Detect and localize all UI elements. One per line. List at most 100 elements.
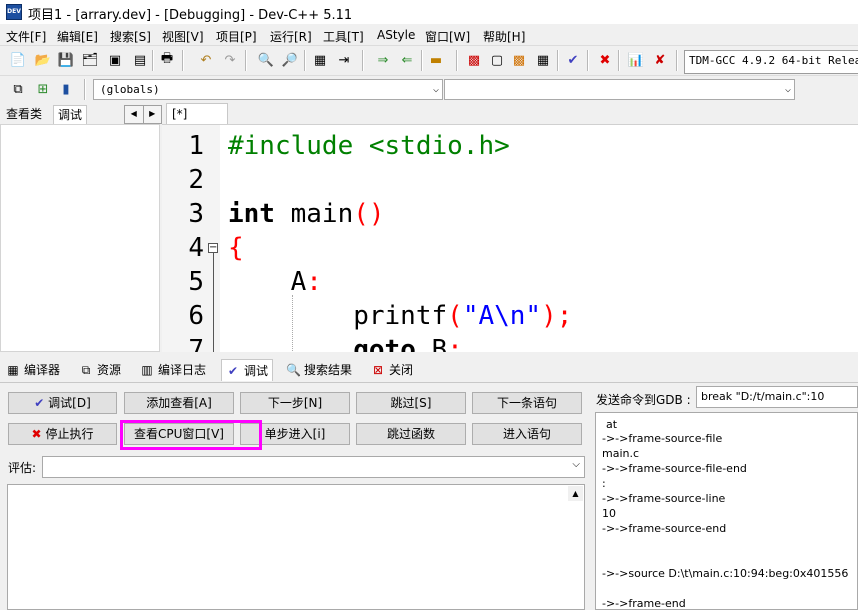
next-step-button[interactable]: 下一步[N] — [240, 392, 350, 414]
gdb-output-line: ->->frame-source-file — [602, 432, 723, 445]
chevron-down-icon: ⌵ — [432, 84, 439, 95]
menu-bar: 文件[F] 编辑[E] 搜索[S] 视图[V] 项目[P] 运行[R] 工具[T… — [0, 25, 858, 45]
close-file-icon[interactable]: ▣ — [105, 50, 125, 70]
skip-button[interactable]: 跳过[S] — [356, 392, 466, 414]
toggle-bookmark-icon[interactable]: ⇥ — [334, 50, 354, 70]
tab-label: 搜索结果 — [304, 362, 353, 377]
insert-icon[interactable]: ⧉ — [8, 79, 28, 99]
debug-button[interactable]: ✔ 调试[D] — [8, 392, 117, 414]
tab-main-c[interactable]: [*] main.c — [166, 103, 228, 141]
gdb-output-line: ->->frame-source-line — [602, 492, 726, 505]
goto-declaration-icon[interactable]: ⊞ — [33, 79, 53, 99]
redo-icon[interactable]: ↷ — [220, 50, 240, 70]
menu-edit[interactable]: 编辑[E] — [57, 28, 98, 45]
compile-run-icon[interactable]: ▩ — [509, 50, 529, 70]
chevron-down-icon[interactable]: ⌵ — [572, 459, 580, 470]
arrow-right-icon[interactable]: ▶ — [142, 106, 162, 123]
skip-function-button[interactable]: 跳过函数 — [356, 423, 466, 445]
stop-x-icon: ✖ — [31, 427, 42, 441]
menu-astyle[interactable]: AStyle — [377, 28, 415, 42]
fold-collapse-icon[interactable]: − — [208, 243, 218, 253]
tab-search-results[interactable]: 🔍 搜索结果 — [282, 359, 356, 380]
menu-run[interactable]: 运行[R] — [270, 28, 312, 45]
compiler-select[interactable]: TDM-GCC 4.9.2 64-bit Release — [684, 50, 858, 74]
code-line-1: #include <stdio.h> — [228, 131, 510, 161]
debug-watch-panel[interactable] — [0, 124, 160, 352]
compile-icon[interactable]: ▩ — [464, 50, 484, 70]
delete-profile-icon[interactable]: ✘ — [650, 50, 670, 70]
scroll-up-icon[interactable]: ▲ — [568, 486, 583, 501]
tab-close[interactable]: ⊠ 关闭 — [367, 359, 417, 380]
enter-statement-button[interactable]: 进入语句 — [472, 423, 582, 445]
tab-debug[interactable]: ✔ 调试 — [221, 359, 274, 381]
tab-class-browser[interactable]: 查看类 — [2, 105, 46, 125]
save-all-icon[interactable]: 🗂 — [80, 50, 100, 70]
arrow-left-icon[interactable]: ◀ — [125, 106, 143, 123]
code-line-7: goto B; — [353, 335, 463, 352]
menu-project[interactable]: 项目[P] — [216, 28, 257, 45]
open-file-icon[interactable]: 📂 — [33, 50, 53, 70]
button-label: 调试[D] — [48, 396, 91, 410]
add-watch-button[interactable]: 添加查看[A] — [124, 392, 234, 414]
goto-definition-icon[interactable]: ▮ — [56, 79, 76, 99]
highlight-annotation — [120, 420, 262, 450]
new-file-icon[interactable]: 📄 — [8, 50, 28, 70]
unindent-icon[interactable]: ⇐ — [397, 50, 417, 70]
member-select[interactable]: ⌵ — [444, 79, 795, 100]
comment-icon[interactable]: ▬ — [426, 50, 446, 70]
check-icon: ✔ — [227, 363, 239, 378]
tab-compile-log[interactable]: ▥ 编译日志 — [136, 359, 210, 380]
tab-label: 关闭 — [389, 362, 414, 377]
stop-execution-icon[interactable]: ✖ — [595, 50, 615, 70]
replace-icon[interactable]: 🔎 — [280, 50, 300, 70]
menu-help[interactable]: 帮助[H] — [483, 28, 525, 45]
goto-line-icon[interactable]: ▦ — [310, 50, 330, 70]
stop-execution-button[interactable]: ✖ 停止执行 — [8, 423, 117, 445]
line-number: 7 — [188, 335, 204, 352]
tab-compiler[interactable]: ▦ 编译器 — [2, 359, 64, 380]
menu-view[interactable]: 视图[V] — [162, 28, 204, 45]
line-number: 2 — [188, 165, 204, 195]
save-icon[interactable]: 💾 — [56, 50, 76, 70]
eval-label: 评估: — [8, 461, 37, 475]
code-line-4: { — [228, 233, 244, 263]
rebuild-icon[interactable]: ▦ — [533, 50, 553, 70]
menu-tools[interactable]: 工具[T] — [323, 28, 364, 45]
eval-input[interactable]: ⌵ — [42, 456, 585, 478]
resources-icon: ⧉ — [81, 362, 91, 377]
gdb-output-line: ->->frame-source-end — [602, 522, 727, 535]
compiler-icon: ▦ — [7, 362, 19, 377]
indent-icon[interactable]: ⇒ — [373, 50, 393, 70]
gdb-output-line: ->->source D:\t\main.c:10:94:beg:0x40155… — [602, 567, 849, 580]
gdb-command-input[interactable]: break "D:/t/main.c":10 — [696, 386, 858, 408]
fold-line — [213, 253, 214, 352]
eval-output[interactable]: ▲ — [7, 484, 585, 610]
undo-icon[interactable]: ↶ — [196, 50, 216, 70]
run-icon[interactable]: ▢ — [487, 50, 507, 70]
menu-search[interactable]: 搜索[S] — [110, 28, 151, 45]
scope-select[interactable]: (globals) ⌵ — [93, 79, 443, 100]
print-icon[interactable]: 🖶 — [157, 50, 177, 70]
gdb-output-line: main.c — [602, 447, 640, 460]
tab-debug-watch[interactable]: 调试 — [53, 105, 88, 126]
code-editor[interactable]: 1 2 3 4 5 6 7 − #include <stdio.h> int m… — [162, 124, 858, 352]
line-number: 6 — [188, 301, 204, 331]
code-line-3: int main() — [228, 199, 385, 229]
code-line-5: A: — [228, 267, 322, 297]
tab-scroll-arrows[interactable]: ◀ ▶ — [124, 105, 162, 124]
debug-check-icon[interactable]: ✔ — [563, 50, 583, 70]
close-all-icon[interactable]: ▤ — [130, 50, 150, 70]
code-line-6: printf("A\n"); — [228, 301, 573, 331]
tab-label: 资源 — [97, 362, 122, 377]
menu-file[interactable]: 文件[F] — [6, 28, 46, 45]
line-number: 1 — [188, 131, 204, 161]
line-number: 3 — [188, 199, 204, 229]
main-toolbar: 📄 📂 💾 🗂 ▣ ▤ 🖶 ↶ ↷ 🔍 🔎 ▦ ⇥ ⇒ ⇐ ▬ ▩ ▢ ▩ ▦ … — [0, 45, 858, 75]
profile-chart-icon[interactable]: 📊 — [626, 50, 646, 70]
title-bar: DEV 项目1 - [arrary.dev] - [Debugging] - D… — [0, 0, 858, 24]
find-icon[interactable]: 🔍 — [256, 50, 276, 70]
menu-window[interactable]: 窗口[W] — [425, 28, 470, 45]
tab-resources[interactable]: ⧉ 资源 — [75, 359, 125, 380]
next-statement-button[interactable]: 下一条语句 — [472, 392, 582, 414]
gdb-command-label: 发送命令到GDB : — [596, 393, 691, 407]
